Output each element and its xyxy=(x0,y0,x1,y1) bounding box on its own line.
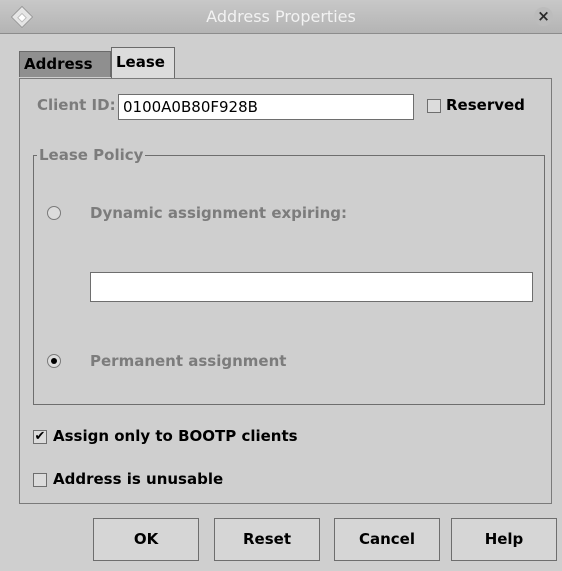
reset-button[interactable]: Reset xyxy=(214,518,320,561)
client-id-field[interactable]: 0100A0B80F928B xyxy=(118,94,414,120)
help-button[interactable]: Help xyxy=(451,518,557,561)
bootp-only-label: Assign only to BOOTP clients xyxy=(53,427,298,445)
expiration-date-field[interactable] xyxy=(90,272,533,302)
radio-selected-dot xyxy=(51,358,57,364)
bootp-only-checkbox[interactable]: ✔ xyxy=(33,430,47,444)
permanent-assignment-radio[interactable] xyxy=(47,354,61,368)
dynamic-assignment-label: Dynamic assignment expiring: xyxy=(90,204,348,222)
tab-lease[interactable]: Lease xyxy=(111,47,175,78)
reserved-label: Reserved xyxy=(446,96,525,114)
reserved-checkbox[interactable] xyxy=(427,99,441,113)
permanent-assignment-label: Permanent assignment xyxy=(90,352,287,370)
dynamic-assignment-radio[interactable] xyxy=(47,206,61,220)
close-icon[interactable]: × xyxy=(534,7,553,26)
address-unusable-checkbox[interactable] xyxy=(33,473,47,487)
cancel-button[interactable]: Cancel xyxy=(334,518,440,561)
client-id-label: Client ID: xyxy=(37,96,116,114)
lease-policy-title: Lease Policy xyxy=(37,146,146,164)
address-properties-dialog: Address Properties × Address Lease Clien… xyxy=(0,0,562,571)
window-title: Address Properties xyxy=(206,7,356,26)
title-bar: Address Properties × xyxy=(0,0,562,34)
tab-address[interactable]: Address xyxy=(19,51,111,77)
ok-button[interactable]: OK xyxy=(93,518,199,561)
address-unusable-label: Address is unusable xyxy=(53,470,224,488)
